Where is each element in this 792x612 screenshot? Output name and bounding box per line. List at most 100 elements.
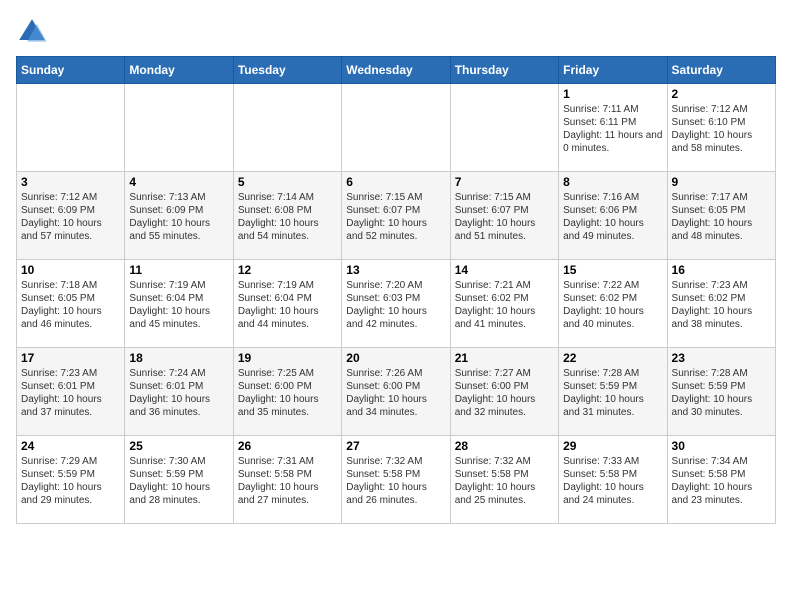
calendar-week-row: 10 Sunrise: 7:18 AM Sunset: 6:05 PM Dayli… bbox=[17, 260, 776, 348]
day-number: 15 bbox=[563, 263, 662, 277]
day-info: Sunrise: 7:33 AM Sunset: 5:58 PM Dayligh… bbox=[563, 455, 662, 507]
calendar-cell: 18 Sunrise: 7:24 AM Sunset: 6:01 PM Dayli… bbox=[125, 348, 233, 436]
logo-icon bbox=[16, 16, 48, 48]
day-number: 18 bbox=[129, 351, 228, 365]
day-info: Sunrise: 7:15 AM Sunset: 6:07 PM Dayligh… bbox=[455, 191, 554, 243]
calendar-cell bbox=[17, 84, 125, 172]
day-number: 25 bbox=[129, 439, 228, 453]
day-of-week-header: Thursday bbox=[450, 57, 558, 84]
day-info: Sunrise: 7:31 AM Sunset: 5:58 PM Dayligh… bbox=[238, 455, 337, 507]
day-info: Sunrise: 7:34 AM Sunset: 5:58 PM Dayligh… bbox=[672, 455, 771, 507]
day-number: 27 bbox=[346, 439, 445, 453]
day-number: 3 bbox=[21, 175, 120, 189]
day-info: Sunrise: 7:23 AM Sunset: 6:01 PM Dayligh… bbox=[21, 367, 120, 419]
day-info: Sunrise: 7:13 AM Sunset: 6:09 PM Dayligh… bbox=[129, 191, 228, 243]
day-number: 24 bbox=[21, 439, 120, 453]
day-of-week-header: Sunday bbox=[17, 57, 125, 84]
calendar-cell: 11 Sunrise: 7:19 AM Sunset: 6:04 PM Dayli… bbox=[125, 260, 233, 348]
day-info: Sunrise: 7:21 AM Sunset: 6:02 PM Dayligh… bbox=[455, 279, 554, 331]
calendar-cell: 24 Sunrise: 7:29 AM Sunset: 5:59 PM Dayli… bbox=[17, 436, 125, 524]
day-info: Sunrise: 7:19 AM Sunset: 6:04 PM Dayligh… bbox=[238, 279, 337, 331]
day-number: 8 bbox=[563, 175, 662, 189]
day-of-week-header: Friday bbox=[559, 57, 667, 84]
day-info: Sunrise: 7:12 AM Sunset: 6:09 PM Dayligh… bbox=[21, 191, 120, 243]
calendar-cell bbox=[342, 84, 450, 172]
calendar-cell: 13Sunrise: 7:20 AM Sunset: 6:03 PM Dayli… bbox=[342, 260, 450, 348]
calendar-week-row: 1 Sunrise: 7:11 AM Sunset: 6:11 PM Daylig… bbox=[17, 84, 776, 172]
day-number: 23 bbox=[672, 351, 771, 365]
day-info: Sunrise: 7:32 AM Sunset: 5:58 PM Dayligh… bbox=[455, 455, 554, 507]
calendar-cell: 20 Sunrise: 7:26 AM Sunset: 6:00 PM Dayli… bbox=[342, 348, 450, 436]
day-number: 10 bbox=[21, 263, 120, 277]
day-info: Sunrise: 7:30 AM Sunset: 5:59 PM Dayligh… bbox=[129, 455, 228, 507]
logo bbox=[16, 16, 52, 48]
calendar-cell: 23 Sunrise: 7:28 AM Sunset: 5:59 PM Dayli… bbox=[667, 348, 775, 436]
calendar-week-row: 24 Sunrise: 7:29 AM Sunset: 5:59 PM Dayli… bbox=[17, 436, 776, 524]
calendar-cell: 28 Sunrise: 7:32 AM Sunset: 5:58 PM Dayli… bbox=[450, 436, 558, 524]
calendar-cell: 25 Sunrise: 7:30 AM Sunset: 5:59 PM Dayli… bbox=[125, 436, 233, 524]
calendar-cell bbox=[450, 84, 558, 172]
calendar-cell bbox=[233, 84, 341, 172]
calendar-cell: 4Sunrise: 7:13 AM Sunset: 6:09 PM Daylig… bbox=[125, 172, 233, 260]
calendar-week-row: 17 Sunrise: 7:23 AM Sunset: 6:01 PM Dayli… bbox=[17, 348, 776, 436]
day-info: Sunrise: 7:22 AM Sunset: 6:02 PM Dayligh… bbox=[563, 279, 662, 331]
day-info: Sunrise: 7:23 AM Sunset: 6:02 PM Dayligh… bbox=[672, 279, 771, 331]
day-info: Sunrise: 7:28 AM Sunset: 5:59 PM Dayligh… bbox=[563, 367, 662, 419]
day-info: Sunrise: 7:26 AM Sunset: 6:00 PM Dayligh… bbox=[346, 367, 445, 419]
day-info: Sunrise: 7:25 AM Sunset: 6:00 PM Dayligh… bbox=[238, 367, 337, 419]
day-info: Sunrise: 7:15 AM Sunset: 6:07 PM Dayligh… bbox=[346, 191, 445, 243]
page-header bbox=[16, 16, 776, 48]
day-number: 1 bbox=[563, 87, 662, 101]
day-info: Sunrise: 7:24 AM Sunset: 6:01 PM Dayligh… bbox=[129, 367, 228, 419]
day-number: 11 bbox=[129, 263, 228, 277]
calendar-cell: 8 Sunrise: 7:16 AM Sunset: 6:06 PM Daylig… bbox=[559, 172, 667, 260]
calendar-cell: 15 Sunrise: 7:22 AM Sunset: 6:02 PM Dayli… bbox=[559, 260, 667, 348]
calendar-header-row: SundayMondayTuesdayWednesdayThursdayFrid… bbox=[17, 57, 776, 84]
calendar-cell: 10 Sunrise: 7:18 AM Sunset: 6:05 PM Dayli… bbox=[17, 260, 125, 348]
calendar-cell: 14 Sunrise: 7:21 AM Sunset: 6:02 PM Dayli… bbox=[450, 260, 558, 348]
calendar-cell: 17 Sunrise: 7:23 AM Sunset: 6:01 PM Dayli… bbox=[17, 348, 125, 436]
day-info: Sunrise: 7:14 AM Sunset: 6:08 PM Dayligh… bbox=[238, 191, 337, 243]
calendar-cell: 19 Sunrise: 7:25 AM Sunset: 6:00 PM Dayli… bbox=[233, 348, 341, 436]
calendar-table: SundayMondayTuesdayWednesdayThursdayFrid… bbox=[16, 56, 776, 524]
day-info: Sunrise: 7:16 AM Sunset: 6:06 PM Dayligh… bbox=[563, 191, 662, 243]
day-number: 12 bbox=[238, 263, 337, 277]
calendar-cell: 30 Sunrise: 7:34 AM Sunset: 5:58 PM Dayli… bbox=[667, 436, 775, 524]
day-info: Sunrise: 7:12 AM Sunset: 6:10 PM Dayligh… bbox=[672, 103, 771, 155]
day-info: Sunrise: 7:27 AM Sunset: 6:00 PM Dayligh… bbox=[455, 367, 554, 419]
day-info: Sunrise: 7:32 AM Sunset: 5:58 PM Dayligh… bbox=[346, 455, 445, 507]
day-info: Sunrise: 7:28 AM Sunset: 5:59 PM Dayligh… bbox=[672, 367, 771, 419]
day-number: 21 bbox=[455, 351, 554, 365]
calendar-cell: 12 Sunrise: 7:19 AM Sunset: 6:04 PM Dayli… bbox=[233, 260, 341, 348]
day-number: 26 bbox=[238, 439, 337, 453]
day-info: Sunrise: 7:19 AM Sunset: 6:04 PM Dayligh… bbox=[129, 279, 228, 331]
day-number: 30 bbox=[672, 439, 771, 453]
day-number: 14 bbox=[455, 263, 554, 277]
day-info: Sunrise: 7:11 AM Sunset: 6:11 PM Dayligh… bbox=[563, 103, 662, 155]
day-number: 28 bbox=[455, 439, 554, 453]
day-number: 19 bbox=[238, 351, 337, 365]
day-number: 7 bbox=[455, 175, 554, 189]
day-number: 9 bbox=[672, 175, 771, 189]
calendar-cell: 9Sunrise: 7:17 AM Sunset: 6:05 PM Daylig… bbox=[667, 172, 775, 260]
calendar-cell: 5 Sunrise: 7:14 AM Sunset: 6:08 PM Daylig… bbox=[233, 172, 341, 260]
day-number: 2 bbox=[672, 87, 771, 101]
day-number: 20 bbox=[346, 351, 445, 365]
calendar-cell: 2 Sunrise: 7:12 AM Sunset: 6:10 PM Daylig… bbox=[667, 84, 775, 172]
day-of-week-header: Monday bbox=[125, 57, 233, 84]
day-number: 22 bbox=[563, 351, 662, 365]
calendar-cell: 29Sunrise: 7:33 AM Sunset: 5:58 PM Dayli… bbox=[559, 436, 667, 524]
calendar-cell: 22 Sunrise: 7:28 AM Sunset: 5:59 PM Dayli… bbox=[559, 348, 667, 436]
calendar-cell: 21 Sunrise: 7:27 AM Sunset: 6:00 PM Dayli… bbox=[450, 348, 558, 436]
day-of-week-header: Wednesday bbox=[342, 57, 450, 84]
day-info: Sunrise: 7:18 AM Sunset: 6:05 PM Dayligh… bbox=[21, 279, 120, 331]
calendar-week-row: 3 Sunrise: 7:12 AM Sunset: 6:09 PM Daylig… bbox=[17, 172, 776, 260]
day-info: Sunrise: 7:20 AM Sunset: 6:03 PM Dayligh… bbox=[346, 279, 445, 331]
day-number: 6 bbox=[346, 175, 445, 189]
day-info: Sunrise: 7:29 AM Sunset: 5:59 PM Dayligh… bbox=[21, 455, 120, 507]
day-number: 17 bbox=[21, 351, 120, 365]
day-number: 5 bbox=[238, 175, 337, 189]
calendar-cell: 7 Sunrise: 7:15 AM Sunset: 6:07 PM Daylig… bbox=[450, 172, 558, 260]
day-of-week-header: Tuesday bbox=[233, 57, 341, 84]
calendar-cell: 6 Sunrise: 7:15 AM Sunset: 6:07 PM Daylig… bbox=[342, 172, 450, 260]
